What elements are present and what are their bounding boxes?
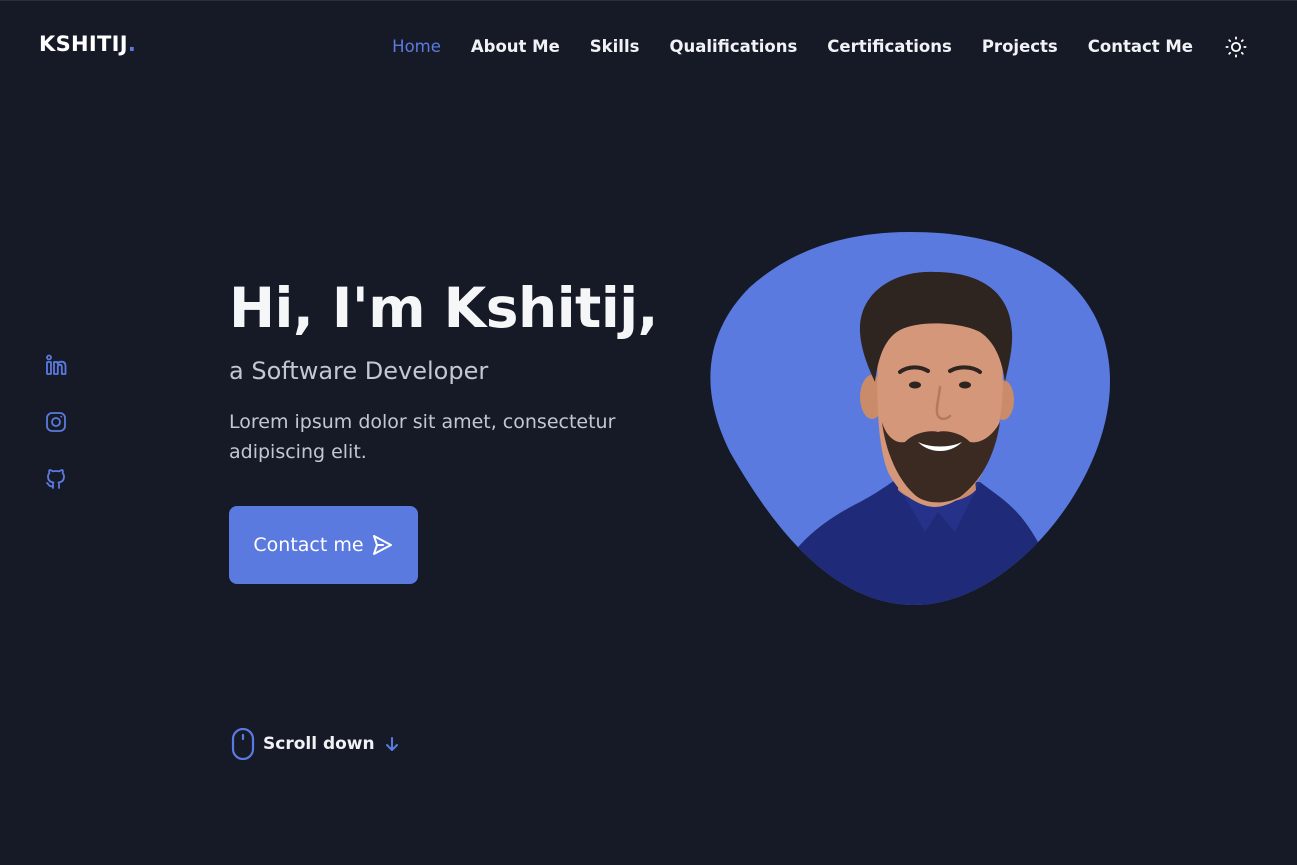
profile-blob (710, 232, 1110, 605)
theme-toggle-button[interactable] (1225, 36, 1247, 58)
contact-me-button[interactable]: Contact me (229, 506, 418, 584)
nav-link-contact-me[interactable]: Contact Me (1088, 37, 1193, 57)
hero-title: Hi, I'm Kshitij, (229, 276, 658, 340)
logo-text: KSHITIJ (39, 32, 128, 56)
logo[interactable]: KSHITIJ. (39, 32, 136, 56)
instagram-icon (46, 412, 66, 432)
arrow-down-icon (385, 737, 398, 751)
main-nav: Home About Me Skills Qualifications Cert… (392, 36, 1297, 58)
nav-link-qualifications[interactable]: Qualifications (669, 37, 797, 57)
nav-link-certifications[interactable]: Certifications (827, 37, 952, 57)
instagram-link[interactable] (44, 410, 68, 434)
social-links (44, 353, 68, 524)
github-icon (46, 469, 65, 489)
nav-link-skills[interactable]: Skills (590, 37, 640, 57)
linkedin-link[interactable] (44, 353, 68, 377)
mouse-icon (231, 727, 255, 761)
contact-me-label: Contact me (253, 534, 364, 556)
profile-image (710, 232, 1110, 605)
nav-link-projects[interactable]: Projects (982, 37, 1058, 57)
hero-subtitle: a Software Developer (229, 357, 489, 385)
sun-icon (1225, 36, 1247, 58)
scroll-down-label: Scroll down (263, 734, 375, 754)
hero-description: Lorem ipsum dolor sit amet, consectetur … (229, 411, 616, 463)
scroll-down-button[interactable]: Scroll down (231, 727, 399, 761)
logo-dot: . (127, 32, 137, 56)
nav-link-home[interactable]: Home (392, 37, 441, 57)
site-header: KSHITIJ. Home About Me Skills Qualificat… (0, 1, 1297, 91)
linkedin-icon (46, 354, 67, 375)
nav-link-about-me[interactable]: About Me (471, 37, 560, 57)
send-icon (372, 535, 392, 555)
page: KSHITIJ. Home About Me Skills Qualificat… (0, 0, 1297, 865)
github-link[interactable] (44, 467, 68, 491)
